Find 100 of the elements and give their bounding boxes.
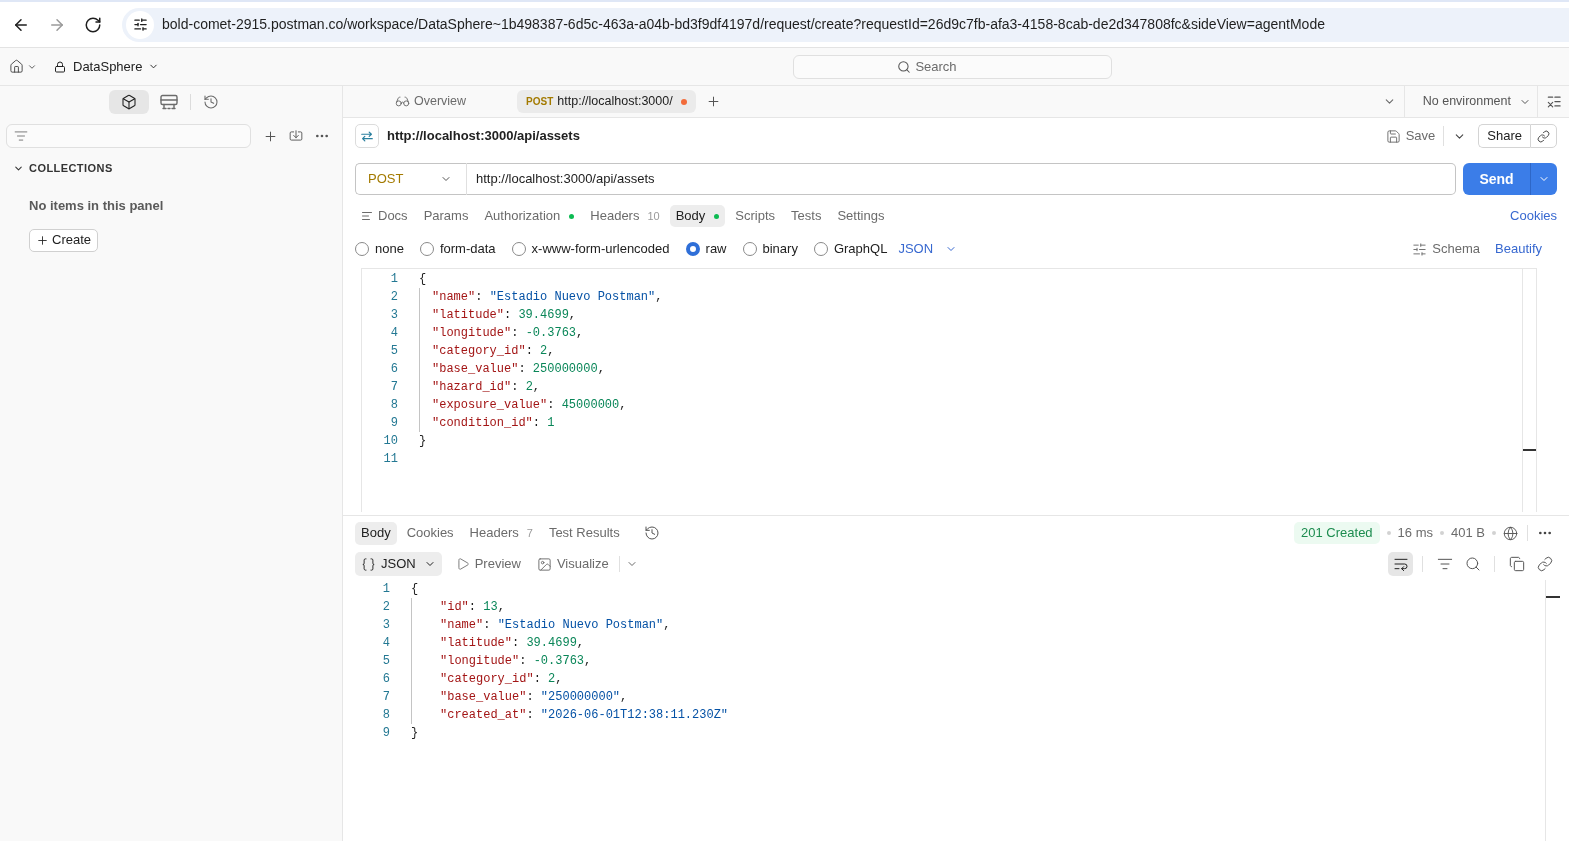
ruler-marker bbox=[1523, 449, 1536, 451]
code-line: "condition_id": 1 bbox=[432, 415, 555, 432]
code-line: } bbox=[419, 433, 427, 450]
link-icon bbox=[1536, 556, 1553, 572]
tab[interactable]: Scripts bbox=[729, 205, 782, 227]
environment-select[interactable]: No environment bbox=[1404, 86, 1537, 117]
code-line: "category_id": 2, bbox=[432, 343, 555, 360]
line-number: 9 bbox=[390, 415, 398, 432]
workspace-button[interactable]: DataSphere bbox=[54, 56, 160, 77]
lines-icon bbox=[361, 210, 373, 222]
toolbar-button[interactable] bbox=[1388, 552, 1413, 576]
tab[interactable]: Headers 10 bbox=[584, 205, 666, 227]
code-line: "longitude": -0.3763, bbox=[440, 653, 592, 670]
code-line: { bbox=[419, 271, 427, 288]
save-button[interactable]: Save bbox=[1385, 126, 1436, 146]
code-line: "exposure_value": 45000000, bbox=[432, 397, 627, 414]
code-line: "latitude": 39.4699, bbox=[432, 307, 577, 324]
tab[interactable]: Tests bbox=[785, 205, 828, 227]
save-icon bbox=[1385, 128, 1401, 144]
line-number: 5 bbox=[390, 343, 398, 360]
tab[interactable]: Test Results bbox=[542, 521, 626, 545]
code-line: "hazard_id": 2, bbox=[432, 379, 541, 396]
braces-icon bbox=[361, 556, 376, 572]
tab[interactable]: POST http://localhost:3000/ bbox=[517, 90, 696, 113]
image-icon bbox=[536, 556, 552, 572]
link-button[interactable] bbox=[1530, 124, 1557, 148]
line-number: 1 bbox=[382, 581, 390, 598]
radio-option[interactable]: GraphQL bbox=[813, 239, 888, 259]
response-size: 401 B bbox=[1451, 524, 1485, 543]
line-number: 6 bbox=[382, 671, 390, 688]
arrows-icon bbox=[355, 124, 379, 148]
beautify-link[interactable]: Beautify bbox=[1495, 239, 1542, 259]
code-line: "longitude": -0.3763, bbox=[432, 325, 584, 342]
home-icon bbox=[9, 59, 24, 74]
plus-icon[interactable] bbox=[263, 128, 278, 144]
sliders-icon bbox=[1412, 241, 1428, 257]
search-icon bbox=[897, 59, 911, 74]
address-bar[interactable]: bold-comet-2915.postman.co/workspace/DataSphere~1b498387-6d5c-463a-a04b-bd3f9df4197d/request/create?requestId=26d9c7fb-afa3-4158-8cab-de2d347808fc&sideView=agentMode bbox=[122, 7, 1569, 42]
search-field[interactable]: Search bbox=[793, 54, 1112, 79]
x-lines-icon[interactable] bbox=[1547, 94, 1561, 109]
home-button[interactable] bbox=[9, 59, 37, 74]
link-icon bbox=[1537, 129, 1550, 143]
tab[interactable]: Docs bbox=[355, 205, 414, 227]
tab[interactable]: Headers 7 bbox=[463, 521, 539, 545]
copy-icon bbox=[1508, 556, 1525, 572]
cookies-link[interactable]: Cookies bbox=[1510, 206, 1557, 226]
sliders-icon[interactable] bbox=[126, 10, 154, 39]
code-line: } bbox=[411, 725, 419, 742]
wrap-text-icon bbox=[1392, 556, 1409, 572]
tab[interactable]: Body bbox=[669, 205, 726, 227]
plus-icon bbox=[36, 233, 49, 247]
filter-icon bbox=[1436, 556, 1453, 572]
empty-message: No items in this panel bbox=[29, 197, 164, 215]
section-title: COLLECTIONS bbox=[29, 160, 113, 176]
sidebar-tab[interactable] bbox=[109, 90, 149, 114]
filter-field[interactable] bbox=[6, 124, 251, 148]
method-select[interactable]: POST bbox=[355, 163, 466, 195]
line-number: 6 bbox=[390, 361, 398, 378]
preview-button[interactable]: Preview bbox=[455, 554, 521, 574]
tab[interactable]: Settings bbox=[831, 205, 891, 227]
request-title: http://localhost:3000/api/assets bbox=[387, 127, 580, 146]
import-icon[interactable] bbox=[289, 129, 303, 143]
format-select[interactable]: JSON bbox=[898, 239, 958, 259]
create-button[interactable]: Create bbox=[29, 228, 99, 252]
view-select[interactable]: JSON bbox=[355, 552, 442, 576]
line-number: 3 bbox=[390, 307, 398, 324]
search-icon bbox=[1464, 556, 1481, 572]
radio-option[interactable]: none bbox=[355, 239, 404, 259]
cube-icon bbox=[121, 94, 137, 110]
radio-option[interactable]: binary bbox=[742, 239, 798, 259]
tab[interactable]: Body bbox=[355, 521, 397, 545]
line-number: 7 bbox=[382, 689, 390, 706]
send-options-button[interactable] bbox=[1530, 163, 1557, 195]
send-button[interactable]: Send bbox=[1463, 163, 1530, 195]
schema-button[interactable]: Schema bbox=[1412, 239, 1480, 259]
play-icon bbox=[455, 557, 470, 571]
tab[interactable]: Authorization bbox=[478, 205, 581, 227]
line-number: 10 bbox=[383, 433, 398, 450]
response-time: 16 ms bbox=[1397, 524, 1433, 543]
globe-icon[interactable] bbox=[1503, 525, 1518, 541]
visualize-button[interactable]: Visualize bbox=[536, 554, 609, 574]
line-number: 3 bbox=[382, 617, 390, 634]
url-field[interactable]: http://localhost:3000/api/assets bbox=[466, 163, 1456, 195]
tab[interactable]: Params bbox=[417, 205, 475, 227]
radio-option[interactable]: form-data bbox=[419, 239, 496, 259]
plus-icon[interactable] bbox=[705, 94, 721, 109]
tab[interactable]: Overview bbox=[386, 90, 476, 113]
tab[interactable]: Cookies bbox=[400, 521, 460, 545]
code-line: "base_value": "250000000", bbox=[440, 689, 628, 706]
radio-option[interactable]: raw bbox=[685, 239, 727, 259]
code-line: { bbox=[411, 581, 419, 598]
share-button[interactable]: Share bbox=[1478, 124, 1530, 148]
history-icon[interactable] bbox=[643, 525, 660, 541]
line-number: 2 bbox=[390, 289, 398, 306]
history-icon bbox=[203, 94, 219, 110]
reload-icon[interactable] bbox=[84, 15, 102, 34]
radio-option[interactable]: x-www-form-urlencoded bbox=[511, 239, 670, 259]
code-line: "latitude": 39.4699, bbox=[440, 635, 585, 652]
filter-icon bbox=[14, 129, 28, 143]
line-number: 8 bbox=[390, 397, 398, 414]
